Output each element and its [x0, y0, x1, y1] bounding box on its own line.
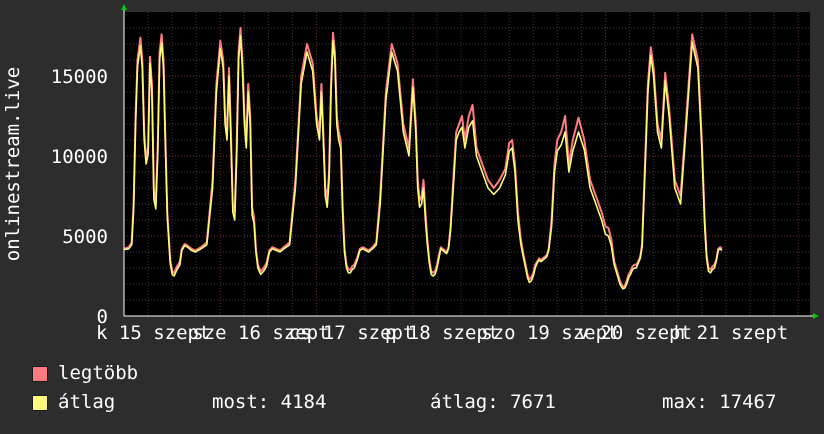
x-tick-label: h 21 szept: [674, 322, 788, 344]
y-axis-label: onlinestream.live: [2, 67, 24, 261]
legend-swatch-avg: [32, 395, 48, 411]
y-tick-label: 15000: [51, 66, 108, 88]
legend-swatch-max: [32, 366, 48, 382]
plot-area: [124, 12, 810, 316]
y-axis-arrow: [121, 4, 127, 10]
stat-average: átlag: 7671: [430, 391, 556, 413]
legend-label-avg: átlag: [58, 391, 116, 413]
y-tick-label: 5000: [62, 226, 108, 248]
stat-maximum: max: 17467: [662, 391, 777, 413]
legend-label-max: legtöbb: [58, 362, 139, 384]
x-axis-arrow: [813, 313, 819, 319]
y-tick-label: 10000: [51, 146, 108, 168]
stat-current: most: 4184: [212, 391, 327, 413]
